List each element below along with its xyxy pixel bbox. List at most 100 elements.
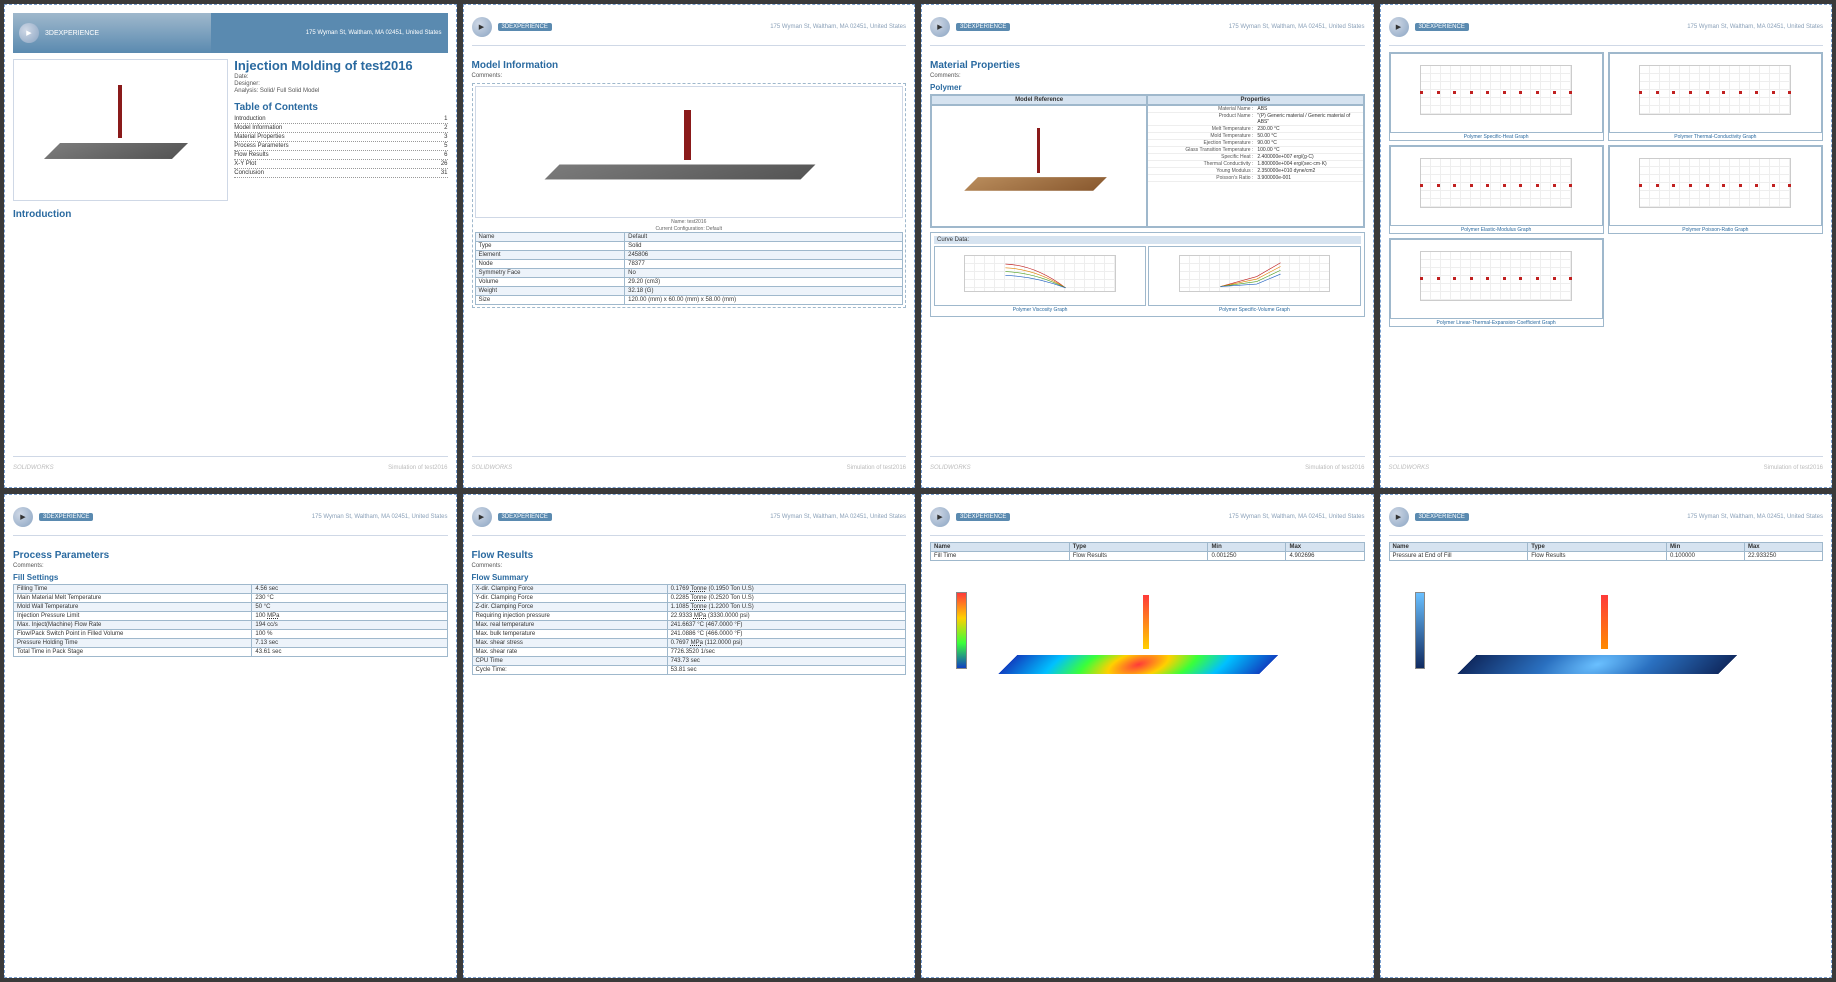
cell-min: 0.100000	[1666, 552, 1744, 561]
page-header: ▶ 3DEXPERIENCE 175 Wyman St, Waltham, MA…	[1389, 13, 1824, 46]
report-page-7: ▶ 3DEXPERIENCE 175 Wyman St, Waltham, MA…	[921, 494, 1374, 978]
toc-entry[interactable]: Model Information2	[234, 124, 447, 133]
section-title: Model Information	[472, 60, 907, 71]
page-header: ▶ 3DEXPERIENCE 175 Wyman St, Waltham, MA…	[472, 13, 907, 46]
table-row: Max. Inject(Machine) Flow Rate194 cc/s	[14, 621, 448, 630]
meta-row: Date:	[234, 74, 447, 80]
linear-thermal-expansion-graph	[1390, 239, 1603, 319]
model-info-table: NameDefaultTypeSolidElement245806Node783…	[475, 232, 904, 305]
flow-summary-subtitle: Flow Summary	[472, 573, 907, 582]
material-thumbnail	[931, 105, 1147, 227]
properties-header: Properties	[1147, 95, 1363, 105]
property-row: Glass Transition Temperature :100.00 °C	[1148, 147, 1362, 154]
table-row: Flow/Pack Switch Point in Filled Volume1…	[14, 630, 448, 639]
table-row: X-dir. Clamping Force0.1769 Tonne (0.195…	[472, 585, 906, 594]
brand-badge: 3DEXPERIENCE	[498, 23, 552, 31]
table-row: Pressure Holding Time7.13 sec	[14, 639, 448, 648]
cell-max: 22.933250	[1744, 552, 1822, 561]
table-row: Max. bulk temperature241.0886 °C (466.00…	[472, 630, 906, 639]
polymer-subtitle: Polymer	[930, 83, 1365, 92]
page-header: ▶ 3DEXPERIENCE 175 Wyman St, Waltham, MA…	[1389, 503, 1824, 536]
toc-entry[interactable]: Process Parameters5	[234, 142, 447, 151]
toc-title: Table of Contents	[234, 102, 447, 113]
table-row: Volume29.20 (cm3)	[475, 278, 903, 287]
toc-entry[interactable]: Flow Results6	[234, 151, 447, 160]
toc-entry[interactable]: X-Y Plot26	[234, 160, 447, 169]
col-type: Type	[1528, 543, 1667, 552]
page-header: ▶ 3DEXPERIENCE 175 Wyman St, Waltham, MA…	[930, 13, 1365, 46]
logo-icon: ▶	[19, 23, 39, 43]
page-header: ▶ 3DEXPERIENCE 175 Wyman St, Waltham, MA…	[472, 503, 907, 536]
color-legend	[956, 592, 967, 669]
logo-icon: ▶	[1389, 17, 1409, 37]
property-row: Ejection Temperature :90.00 °C	[1148, 140, 1362, 147]
toc-entry[interactable]: Conclusion31	[234, 169, 447, 178]
cell-type: Flow Results	[1528, 552, 1667, 561]
table-row: Y-dir. Clamping Force0.2285 Tonne (0.252…	[472, 594, 906, 603]
section-title: Flow Results	[472, 550, 907, 561]
page-header: ▶ 3DEXPERIENCE 175 Wyman St, Waltham, MA…	[13, 13, 448, 53]
logo-icon: ▶	[930, 507, 950, 527]
table-row: Requiring injection pressure22.9333 MPa …	[472, 612, 906, 621]
property-row: Material Name :ABS	[1148, 106, 1362, 113]
viscosity-graph	[934, 246, 1146, 306]
table-row: Weight32.18 (G)	[475, 287, 903, 296]
address-text: 175 Wyman St, Waltham, MA 02451, United …	[770, 24, 906, 30]
table-row: Total Time in Pack Stage43.61 sec	[14, 648, 448, 657]
property-row: Mold Temperature :50.00 °C	[1148, 133, 1362, 140]
section-title: Material Properties	[930, 60, 1365, 71]
model-name-caption: Name: test2016	[475, 219, 904, 225]
page-footer: SOLIDWORKS Simulation of test2016	[930, 456, 1365, 479]
report-page-3: ▶ 3DEXPERIENCE 175 Wyman St, Waltham, MA…	[921, 4, 1374, 488]
elastic-modulus-graph	[1390, 146, 1603, 226]
specific-volume-graph	[1148, 246, 1360, 306]
introduction-title: Introduction	[13, 209, 448, 220]
page-grid: ▶ 3DEXPERIENCE 175 Wyman St, Waltham, MA…	[0, 0, 1836, 982]
cell-min: 0.001250	[1208, 552, 1286, 561]
report-title: Injection Molding of test2016	[234, 59, 447, 73]
report-page-8: ▶ 3DEXPERIENCE 175 Wyman St, Waltham, MA…	[1380, 494, 1833, 978]
table-row: Injection Pressure Limit100 MPa	[14, 612, 448, 621]
table-row: NameDefault	[475, 233, 903, 242]
report-page-4: ▶ 3DEXPERIENCE 175 Wyman St, Waltham, MA…	[1380, 4, 1833, 488]
report-page-5: ▶ 3DEXPERIENCE 175 Wyman St, Waltham, MA…	[4, 494, 457, 978]
page-header: ▶ 3DEXPERIENCE 175 Wyman St, Waltham, MA…	[13, 503, 448, 536]
logo-icon: ▶	[472, 17, 492, 37]
table-row: Size120.00 (mm) x 60.00 (mm) x 58.00 (mm…	[475, 296, 903, 305]
process-params-table: Filling Time4.56 secMain Material Melt T…	[13, 584, 448, 657]
graph-row-2: Polymer Elastic-Modulus Graph Polymer Po…	[1389, 145, 1824, 234]
toc-entry[interactable]: Material Properties3	[234, 133, 447, 142]
section-title: Process Parameters	[13, 550, 448, 561]
property-row: Young Modulus :2.350000e+010 dyne/cm2	[1148, 168, 1362, 175]
result-header-table: Name Type Min Max Pressure at End of Fil…	[1389, 542, 1824, 561]
curve-data-title: Curve Data:	[934, 236, 1361, 244]
table-row: Pressure at End of Fill Flow Results 0.1…	[1389, 552, 1823, 561]
color-legend	[1415, 592, 1426, 669]
cell-name: Pressure at End of Fill	[1389, 552, 1528, 561]
page-footer: SOLIDWORKS Simulation of test2016	[1389, 456, 1824, 479]
material-reference-box: Model Reference Properties Material Name…	[930, 94, 1365, 228]
table-row: Main Material Melt Temperature230 °C	[14, 594, 448, 603]
logo-icon: ▶	[13, 507, 33, 527]
table-row: Symmetry FaceNo	[475, 269, 903, 278]
col-name: Name	[931, 543, 1070, 552]
comments-label: Comments:	[472, 73, 907, 79]
table-row: Node78377	[475, 260, 903, 269]
property-row: Melt Temperature :230.00 °C	[1148, 126, 1362, 133]
poisson-ratio-graph	[1609, 146, 1822, 226]
cell-type: Flow Results	[1069, 552, 1208, 561]
report-page-1: ▶ 3DEXPERIENCE 175 Wyman St, Waltham, MA…	[4, 4, 457, 488]
logo-icon: ▶	[930, 17, 950, 37]
table-row: Mold Wall Temperature50 °C	[14, 603, 448, 612]
property-row: Specific Heat :2.400000e+007 erg/(g·C)	[1148, 154, 1362, 161]
col-name: Name	[1389, 543, 1528, 552]
toc-entry[interactable]: Introduction1	[234, 115, 447, 124]
table-row: Cycle Time:53.81 sec	[472, 666, 906, 675]
table-row: Z-dir. Clamping Force1.1085 Tonne (1.220…	[472, 603, 906, 612]
table-row: Max. shear rate7726.3520 1/sec	[472, 648, 906, 657]
property-row: Product Name :"(P) Generic material / Ge…	[1148, 113, 1362, 126]
report-page-2: ▶ 3DEXPERIENCE 175 Wyman St, Waltham, MA…	[463, 4, 916, 488]
logo-icon: ▶	[1389, 507, 1409, 527]
table-row: Filling Time4.56 sec	[14, 585, 448, 594]
page-header: ▶ 3DEXPERIENCE 175 Wyman St, Waltham, MA…	[930, 503, 1365, 536]
